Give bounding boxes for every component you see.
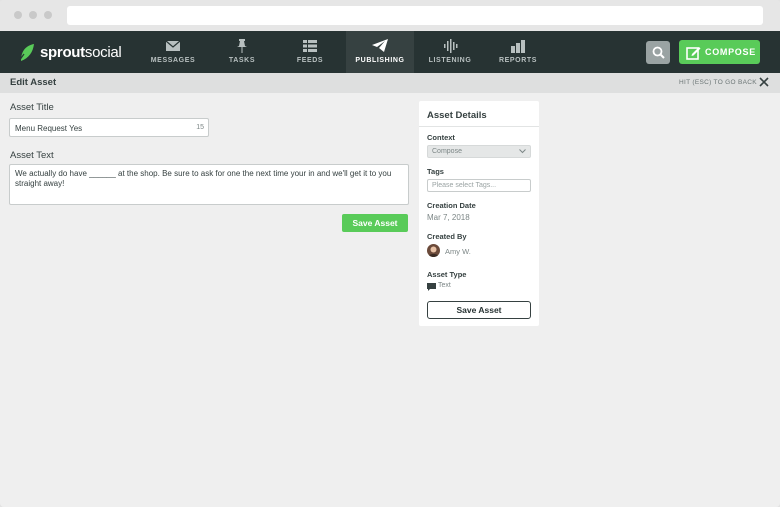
- leaf-logo-icon: [18, 44, 34, 62]
- comment-icon: [427, 283, 436, 291]
- nav-reports[interactable]: REPORTS: [498, 31, 538, 73]
- compose-icon: [686, 46, 701, 60]
- bar-chart-icon: [511, 40, 525, 53]
- tags-label: Tags: [427, 167, 444, 176]
- nav-feeds[interactable]: FEEDS: [290, 31, 330, 73]
- context-value: Compose: [432, 148, 462, 155]
- nav-publishing[interactable]: PUBLISHING: [346, 31, 414, 73]
- character-count: 15: [196, 124, 204, 131]
- asset-title-value: Menu Request Yes: [15, 124, 83, 133]
- address-bar[interactable]: [67, 6, 763, 25]
- created-by-value: Amy W.: [445, 247, 471, 256]
- window-maximize-dot[interactable]: [44, 11, 52, 19]
- user-avatar-icon: [428, 246, 439, 257]
- avatar: [427, 244, 440, 257]
- tags-input[interactable]: Please select Tags...: [427, 179, 531, 192]
- escape-hint: HIT (ESC) TO GO BACK: [679, 79, 757, 86]
- creation-date-label: Creation Date: [427, 201, 476, 210]
- chevron-down-icon: [519, 149, 526, 154]
- window-close-dot[interactable]: [14, 11, 22, 19]
- panel-save-asset-button[interactable]: Save Asset: [427, 301, 531, 319]
- envelope-icon: [165, 40, 181, 51]
- nav-listening[interactable]: LISTENING: [427, 31, 473, 73]
- context-select[interactable]: Compose: [427, 145, 531, 158]
- asset-text-area[interactable]: We actually do have ______ at the shop. …: [9, 164, 409, 205]
- edit-asset-bar: Edit Asset HIT (ESC) TO GO BACK: [0, 73, 780, 93]
- soundwave-icon: [444, 39, 458, 53]
- browser-window: sproutsocial MESSAGES TASKS FEEDS PUBLIS…: [0, 0, 780, 507]
- list-icon: [303, 40, 317, 52]
- window-minimize-dot[interactable]: [29, 11, 37, 19]
- asset-details-panel: Asset Details Context Compose Tags Pleas…: [419, 101, 539, 326]
- created-by-label: Created By: [427, 232, 467, 241]
- top-navigation: sproutsocial MESSAGES TASKS FEEDS PUBLIS…: [0, 31, 780, 73]
- search-button[interactable]: [646, 41, 670, 64]
- asset-type-value: Text: [438, 282, 451, 289]
- close-icon[interactable]: [759, 77, 769, 87]
- browser-chrome: [0, 0, 780, 31]
- nav-messages[interactable]: MESSAGES: [150, 31, 196, 73]
- compose-button[interactable]: COMPOSE: [679, 40, 760, 64]
- asset-type-label: Asset Type: [427, 270, 467, 279]
- asset-details-heading: Asset Details: [419, 101, 539, 127]
- asset-title-label: Asset Title: [10, 102, 54, 113]
- asset-title-input[interactable]: Menu Request Yes 15: [9, 118, 209, 137]
- creation-date-value: Mar 7, 2018: [427, 213, 470, 222]
- search-icon: [652, 46, 665, 59]
- context-label: Context: [427, 133, 455, 142]
- save-asset-button[interactable]: Save Asset: [342, 214, 408, 232]
- asset-text-label: Asset Text: [10, 150, 54, 161]
- asset-text-value: We actually do have ______ at the shop. …: [15, 169, 392, 188]
- nav-tasks[interactable]: TASKS: [220, 31, 264, 73]
- pin-icon: [237, 39, 247, 53]
- page-title: Edit Asset: [10, 77, 57, 88]
- sproutsocial-logo[interactable]: sproutsocial: [18, 43, 122, 62]
- paper-plane-icon: [372, 39, 388, 52]
- brand-name: sproutsocial: [40, 44, 122, 61]
